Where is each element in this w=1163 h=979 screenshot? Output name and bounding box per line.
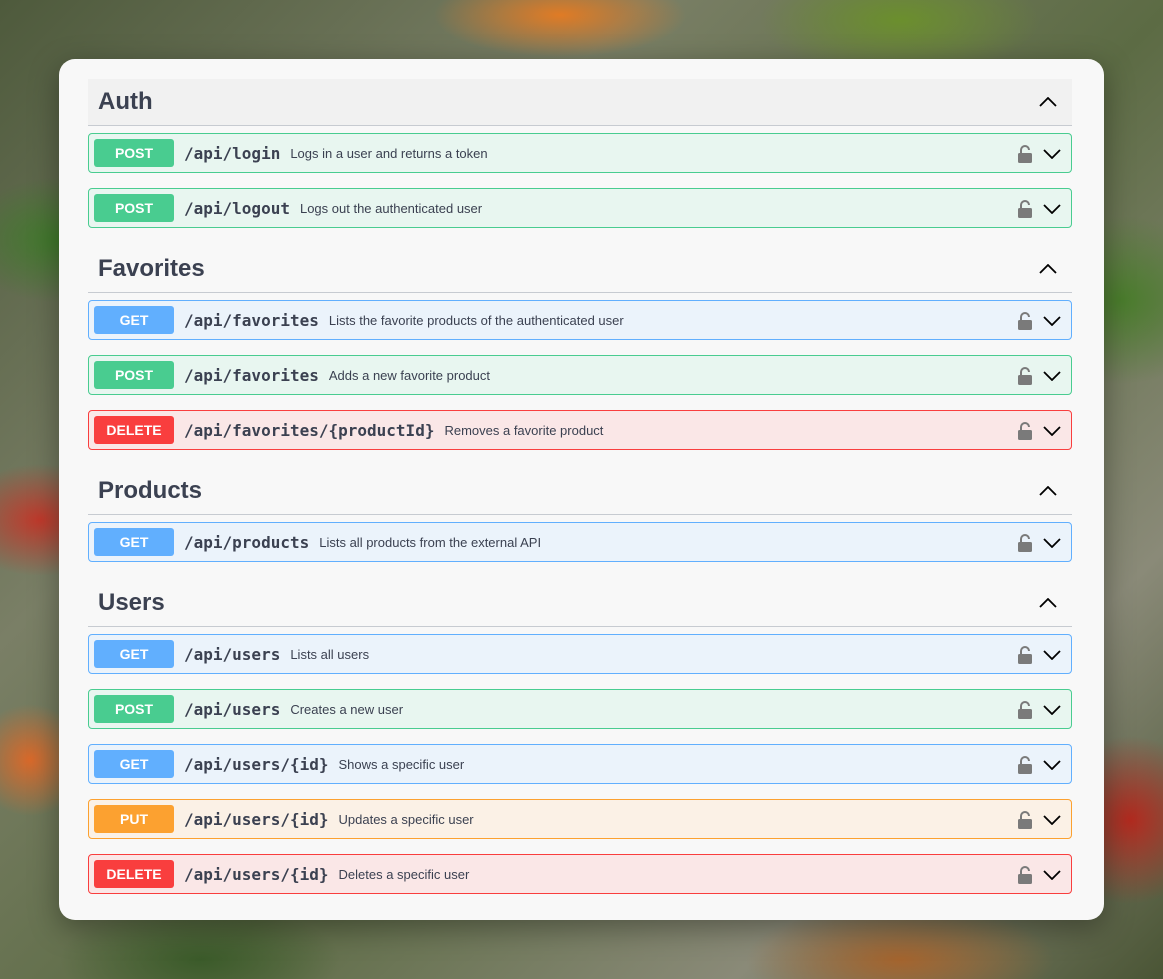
operation-summary: Updates a specific user xyxy=(338,811,474,827)
section-title: Auth xyxy=(98,88,153,115)
chevron-up-icon[interactable] xyxy=(1034,88,1062,116)
method-badge: PUT xyxy=(94,805,174,833)
operation-get-favorites[interactable]: GET /api/favorites Lists the favorite pr… xyxy=(88,300,1072,340)
operation-summary: Removes a favorite product xyxy=(444,422,604,438)
operation-path: /api/users/{id} xyxy=(184,809,329,829)
chevron-down-icon[interactable] xyxy=(1043,149,1061,159)
chevron-down-icon[interactable] xyxy=(1043,815,1061,825)
section-header-users[interactable]: Users xyxy=(88,580,1072,627)
method-badge: GET xyxy=(94,306,174,334)
operation-summary: Logs out the authenticated user xyxy=(299,200,483,216)
method-badge: POST xyxy=(94,361,174,389)
method-badge: POST xyxy=(94,194,174,222)
lock-icon[interactable] xyxy=(1017,311,1033,331)
operation-path: /api/users xyxy=(184,644,281,664)
chevron-up-icon[interactable] xyxy=(1034,589,1062,617)
section-title: Favorites xyxy=(98,255,205,282)
operation-post-login[interactable]: POST /api/login Logs in a user and retur… xyxy=(88,133,1072,173)
operation-summary: Lists all products from the external API xyxy=(319,534,542,550)
operation-path: /api/users/{id} xyxy=(184,754,329,774)
chevron-down-icon[interactable] xyxy=(1043,538,1061,548)
operation-path: /api/logout xyxy=(184,198,290,218)
method-badge: DELETE xyxy=(94,860,174,888)
method-badge: POST xyxy=(94,695,174,723)
section-title: Products xyxy=(98,477,203,504)
operation-summary: Lists all users xyxy=(290,646,370,662)
operation-summary: Logs in a user and returns a token xyxy=(290,145,488,161)
operation-path: /api/favorites/{productId} xyxy=(184,420,435,440)
operation-summary: Shows a specific user xyxy=(338,756,465,772)
lock-icon[interactable] xyxy=(1017,645,1033,665)
operation-post-users[interactable]: POST /api/users Creates a new user xyxy=(88,689,1072,729)
method-badge: GET xyxy=(94,750,174,778)
section-products: Products GET /api/products Lists all pro… xyxy=(88,468,1072,562)
operation-path: /api/users xyxy=(184,699,281,719)
operation-get-products[interactable]: GET /api/products Lists all products fro… xyxy=(88,522,1072,562)
operation-summary: Lists the favorite products of the authe… xyxy=(328,312,624,328)
operation-path: /api/products xyxy=(184,532,310,552)
lock-icon[interactable] xyxy=(1017,421,1033,441)
section-header-favorites[interactable]: Favorites xyxy=(88,246,1072,293)
chevron-down-icon[interactable] xyxy=(1043,204,1061,214)
section-title: Users xyxy=(98,589,165,616)
section-header-auth[interactable]: Auth xyxy=(88,79,1072,126)
operation-path: /api/users/{id} xyxy=(184,864,329,884)
section-auth: Auth POST /api/login Logs in a user and … xyxy=(88,79,1072,228)
chevron-down-icon[interactable] xyxy=(1043,705,1061,715)
operation-get-user[interactable]: GET /api/users/{id} Shows a specific use… xyxy=(88,744,1072,784)
api-sections-container: Auth POST /api/login Logs in a user and … xyxy=(88,79,1072,894)
lock-icon[interactable] xyxy=(1017,700,1033,720)
lock-icon[interactable] xyxy=(1017,755,1033,775)
operation-path: /api/login xyxy=(184,143,281,163)
chevron-down-icon[interactable] xyxy=(1043,870,1061,880)
chevron-down-icon[interactable] xyxy=(1043,426,1061,436)
section-users: Users GET /api/users Lists all users POS… xyxy=(88,580,1072,894)
lock-icon[interactable] xyxy=(1017,810,1033,830)
method-badge: GET xyxy=(94,528,174,556)
chevron-down-icon[interactable] xyxy=(1043,371,1061,381)
chevron-up-icon[interactable] xyxy=(1034,477,1062,505)
lock-icon[interactable] xyxy=(1017,199,1033,219)
chevron-down-icon[interactable] xyxy=(1043,650,1061,660)
operation-summary: Adds a new favorite product xyxy=(328,367,491,383)
operation-put-user[interactable]: PUT /api/users/{id} Updates a specific u… xyxy=(88,799,1072,839)
chevron-up-icon[interactable] xyxy=(1034,255,1062,283)
operation-summary: Creates a new user xyxy=(290,701,404,717)
operation-summary: Deletes a specific user xyxy=(338,866,470,882)
operation-post-logout[interactable]: POST /api/logout Logs out the authentica… xyxy=(88,188,1072,228)
operation-delete-favorite[interactable]: DELETE /api/favorites/{productId} Remove… xyxy=(88,410,1072,450)
operation-get-users[interactable]: GET /api/users Lists all users xyxy=(88,634,1072,674)
section-header-products[interactable]: Products xyxy=(88,468,1072,515)
method-badge: GET xyxy=(94,640,174,668)
operation-post-favorites[interactable]: POST /api/favorites Adds a new favorite … xyxy=(88,355,1072,395)
api-docs-panel: Auth POST /api/login Logs in a user and … xyxy=(59,59,1104,920)
lock-icon[interactable] xyxy=(1017,865,1033,885)
lock-icon[interactable] xyxy=(1017,366,1033,386)
lock-icon[interactable] xyxy=(1017,144,1033,164)
method-badge: DELETE xyxy=(94,416,174,444)
operation-path: /api/favorites xyxy=(184,365,319,385)
lock-icon[interactable] xyxy=(1017,533,1033,553)
chevron-down-icon[interactable] xyxy=(1043,760,1061,770)
method-badge: POST xyxy=(94,139,174,167)
operation-path: /api/favorites xyxy=(184,310,319,330)
operation-delete-user[interactable]: DELETE /api/users/{id} Deletes a specifi… xyxy=(88,854,1072,894)
chevron-down-icon[interactable] xyxy=(1043,316,1061,326)
section-favorites: Favorites GET /api/favorites Lists the f… xyxy=(88,246,1072,450)
